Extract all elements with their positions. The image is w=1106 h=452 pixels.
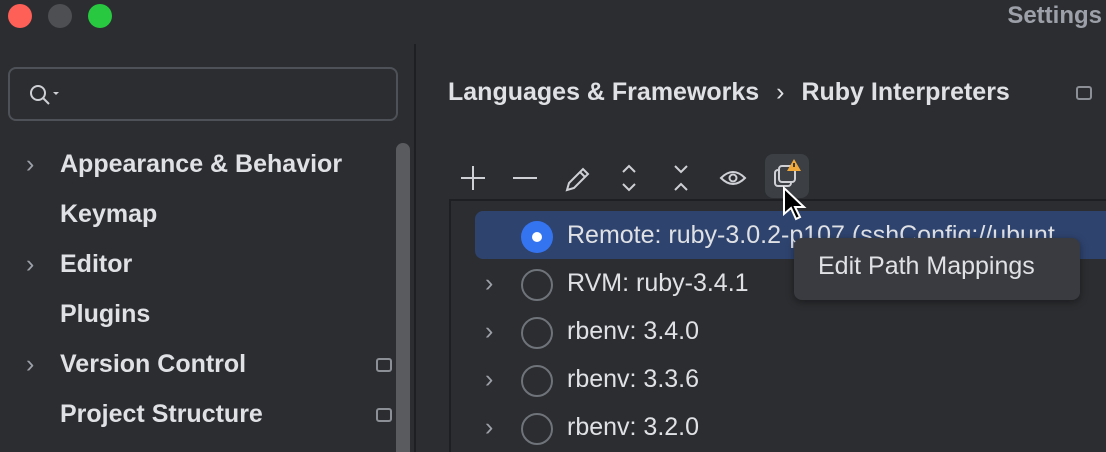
collapse-all-button[interactable] — [661, 158, 701, 198]
plus-icon — [461, 166, 485, 190]
radio[interactable] — [521, 317, 553, 349]
remove-button[interactable] — [505, 158, 545, 198]
list-item[interactable]: › rbenv: 3.3.6 — [475, 355, 1106, 403]
breadcrumb-current: Ruby Interpreters — [801, 78, 1010, 106]
window-title: Settings — [1007, 2, 1102, 29]
expand-icon — [622, 164, 636, 192]
breadcrumb-parent[interactable]: Languages & Frameworks — [448, 78, 759, 106]
expand-all-button[interactable] — [609, 158, 649, 198]
radio[interactable] — [521, 413, 553, 445]
breadcrumb-separator: › — [776, 78, 785, 106]
pane-divider[interactable] — [414, 44, 416, 452]
radio[interactable] — [521, 365, 553, 397]
breadcrumb: Languages & Frameworks › Ruby Interprete… — [448, 78, 1010, 107]
project-settings-icon — [376, 408, 392, 422]
interpreters-list: Remote: ruby-3.0.2-p107 (sshConfig://ubu… — [449, 199, 1106, 452]
project-settings-icon — [1076, 86, 1092, 100]
eye-icon — [719, 171, 747, 185]
project-settings-icon — [376, 358, 392, 372]
sidebar-item-keymap[interactable]: Keymap — [0, 190, 395, 240]
close-window-button[interactable] — [8, 4, 32, 28]
add-button[interactable] — [453, 158, 493, 198]
edit-button[interactable] — [557, 158, 597, 198]
show-button[interactable] — [713, 158, 753, 198]
chevron-right-icon[interactable]: › — [485, 365, 493, 394]
zoom-window-button[interactable] — [88, 4, 112, 28]
pencil-icon — [565, 167, 590, 192]
chevron-right-icon[interactable]: › — [485, 269, 493, 298]
sidebar-scrollbar[interactable] — [396, 143, 410, 452]
minus-icon — [513, 177, 537, 179]
sidebar-item-version-control[interactable]: › Version Control — [0, 340, 395, 390]
sidebar-item-editor[interactable]: › Editor — [0, 240, 395, 290]
radio-selected[interactable] — [521, 221, 553, 253]
minimize-window-button[interactable] — [48, 4, 72, 28]
chevron-right-icon: › — [26, 250, 35, 278]
list-item[interactable]: › rbenv: 3.2.0 — [475, 403, 1106, 452]
mouse-cursor-icon — [783, 186, 807, 221]
search-icon — [30, 85, 59, 105]
collapse-icon — [674, 165, 688, 191]
chevron-right-icon: › — [26, 350, 35, 378]
sidebar-item-project-structure[interactable]: Project Structure — [0, 390, 395, 440]
sidebar-item-plugins[interactable]: Plugins — [0, 290, 395, 340]
radio[interactable] — [521, 269, 553, 301]
list-item[interactable]: › rbenv: 3.4.0 — [475, 307, 1106, 355]
chevron-right-icon: › — [26, 150, 35, 178]
search-input[interactable] — [8, 67, 398, 121]
sidebar-item-appearance-behavior[interactable]: › Appearance & Behavior — [0, 140, 395, 190]
chevron-right-icon[interactable]: › — [485, 317, 493, 346]
tooltip: Edit Path Mappings — [794, 238, 1080, 300]
chevron-right-icon[interactable]: › — [485, 413, 493, 442]
